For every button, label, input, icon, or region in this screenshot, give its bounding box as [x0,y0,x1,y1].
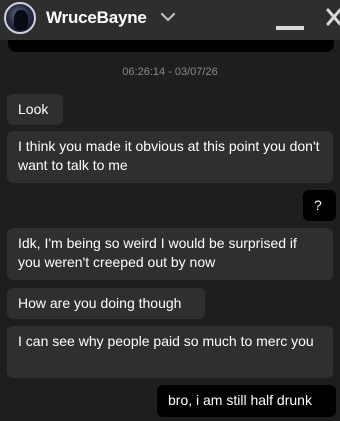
message-timestamp: 06:26:14 - 03/07/26 [122,66,218,78]
previous-message-bubble [8,40,334,52]
close-icon[interactable] [324,6,340,30]
chat-header: WruceBayne [0,0,340,40]
avatar[interactable] [4,2,36,34]
incoming-message[interactable]: I think you made it obvious at this poin… [7,131,333,183]
minimize-icon[interactable] [274,14,306,34]
incoming-message[interactable]: Idk, I'm being so weird I would be surpr… [7,228,333,280]
incoming-message[interactable]: Look [7,94,63,125]
outgoing-message[interactable]: ? [303,190,336,221]
chevron-down-icon[interactable] [160,10,176,24]
avatar-silhouette [14,10,28,30]
incoming-message[interactable]: How are you doing though [7,288,205,319]
minimize-bar [276,26,304,30]
incoming-message[interactable]: I can see why people paid so much to mer… [7,326,333,378]
outgoing-message[interactable]: bro, i am still half drunk [157,385,336,417]
contact-name[interactable]: WruceBayne [46,8,147,28]
chat-window: WruceBayne 06:26:14 - 03/07/26 Look I th… [0,0,340,421]
